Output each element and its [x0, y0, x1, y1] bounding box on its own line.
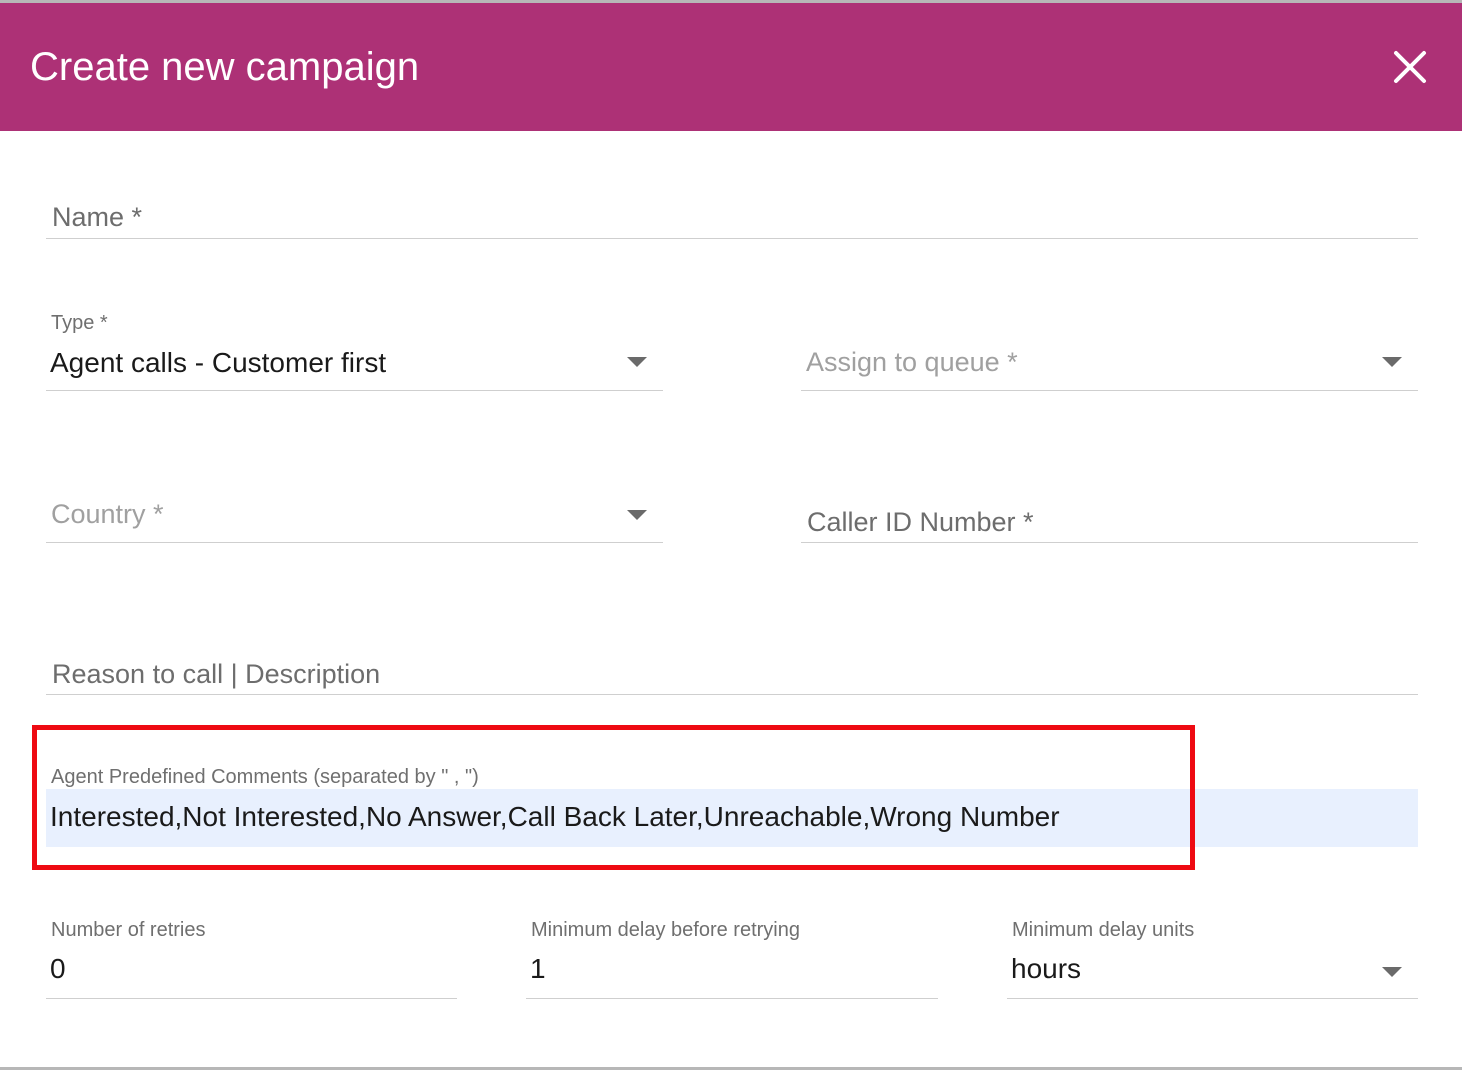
name-input[interactable]: Name * [46, 193, 1418, 239]
agent-comments-label: Agent Predefined Comments (separated by … [51, 766, 479, 788]
agent-comments-input[interactable]: Agent Predefined Comments (separated by … [46, 728, 1418, 847]
reason-input[interactable]: Reason to call | Description [46, 651, 1418, 695]
chevron-down-icon [627, 510, 647, 520]
close-icon [1394, 51, 1426, 83]
country-placeholder: Country * [51, 499, 164, 529]
close-button[interactable] [1386, 43, 1434, 91]
delay-units-label: Minimum delay units [1012, 919, 1195, 941]
retries-label: Number of retries [51, 919, 206, 941]
reason-placeholder: Reason to call | Description [52, 659, 381, 689]
retries-input[interactable]: Number of retries 0 [46, 915, 457, 999]
country-select[interactable]: Country * [46, 483, 663, 543]
retries-value: 0 [50, 953, 66, 984]
type-label: Type * [51, 312, 108, 334]
queue-select[interactable]: Assign to queue * [801, 309, 1418, 391]
name-placeholder: Name * [52, 202, 143, 232]
chevron-down-icon [627, 357, 647, 367]
dialog-title: Create new campaign [30, 45, 420, 89]
queue-placeholder: Assign to queue * [806, 347, 1018, 377]
create-campaign-dialog: Create new campaign Name * Type * Agent … [0, 3, 1462, 1067]
dialog-header: Create new campaign [0, 3, 1462, 131]
chevron-down-icon [1382, 357, 1402, 367]
min-delay-input[interactable]: Minimum delay before retrying 1 [526, 915, 938, 999]
caller-id-input[interactable]: Caller ID Number * [801, 493, 1418, 543]
min-delay-value: 1 [530, 953, 546, 984]
delay-units-select[interactable]: Minimum delay units hours [1007, 915, 1418, 999]
min-delay-label: Minimum delay before retrying [531, 919, 800, 941]
chevron-down-icon [1382, 967, 1402, 977]
caller-id-placeholder: Caller ID Number * [807, 507, 1034, 537]
agent-comments-value: Interested,Not Interested,No Answer,Call… [50, 801, 1060, 832]
type-value: Agent calls - Customer first [50, 347, 387, 378]
delay-units-value: hours [1011, 953, 1082, 984]
type-select[interactable]: Type * Agent calls - Customer first [46, 309, 663, 391]
